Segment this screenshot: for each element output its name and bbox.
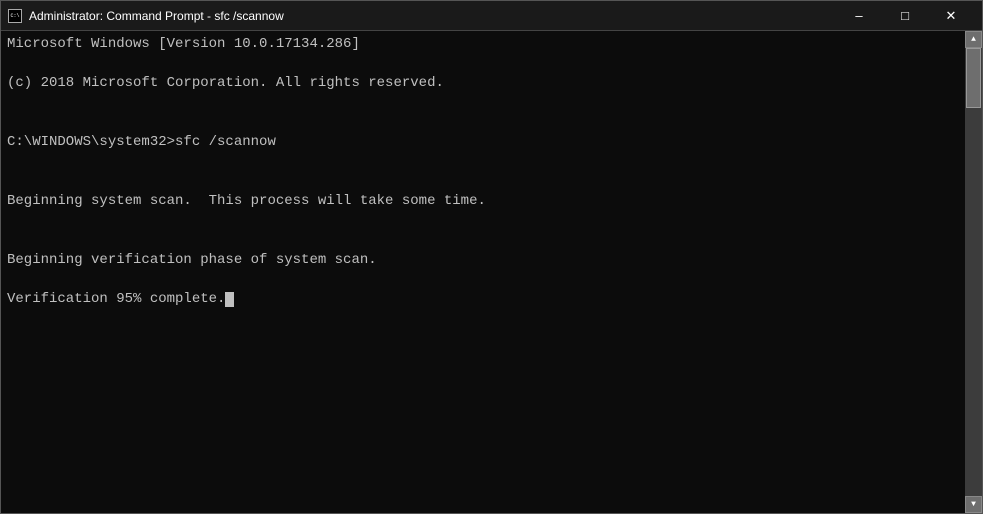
cursor (225, 292, 234, 307)
scroll-down-button[interactable]: ▼ (965, 496, 982, 513)
terminal-line: Beginning verification phase of system s… (7, 251, 961, 271)
terminal-line: C:\WINDOWS\system32>sfc /scannow (7, 133, 961, 153)
title-bar-left: Administrator: Command Prompt - sfc /sca… (7, 8, 284, 24)
cmd-icon-graphic (8, 9, 22, 23)
window-title: Administrator: Command Prompt - sfc /sca… (29, 9, 284, 23)
window-controls: – □ ✕ (836, 1, 974, 31)
terminal-line: Verification 95% complete. (7, 290, 961, 310)
scrollbar-thumb[interactable] (966, 48, 981, 108)
terminal-line: (c) 2018 Microsoft Corporation. All righ… (7, 74, 961, 94)
command-prompt-window: Administrator: Command Prompt - sfc /sca… (0, 0, 983, 514)
minimize-button[interactable]: – (836, 1, 882, 31)
terminal-line: Beginning system scan. This process will… (7, 192, 961, 212)
app-icon (7, 8, 23, 24)
scroll-up-button[interactable]: ▲ (965, 31, 982, 48)
terminal-output[interactable]: Microsoft Windows [Version 10.0.17134.28… (1, 31, 965, 513)
maximize-button[interactable]: □ (882, 1, 928, 31)
close-button[interactable]: ✕ (928, 1, 974, 31)
terminal-line: Microsoft Windows [Version 10.0.17134.28… (7, 35, 961, 55)
title-bar: Administrator: Command Prompt - sfc /sca… (1, 1, 982, 31)
scrollbar[interactable]: ▲ ▼ (965, 31, 982, 513)
scrollbar-track[interactable] (965, 48, 982, 496)
window-body: Microsoft Windows [Version 10.0.17134.28… (1, 31, 982, 513)
